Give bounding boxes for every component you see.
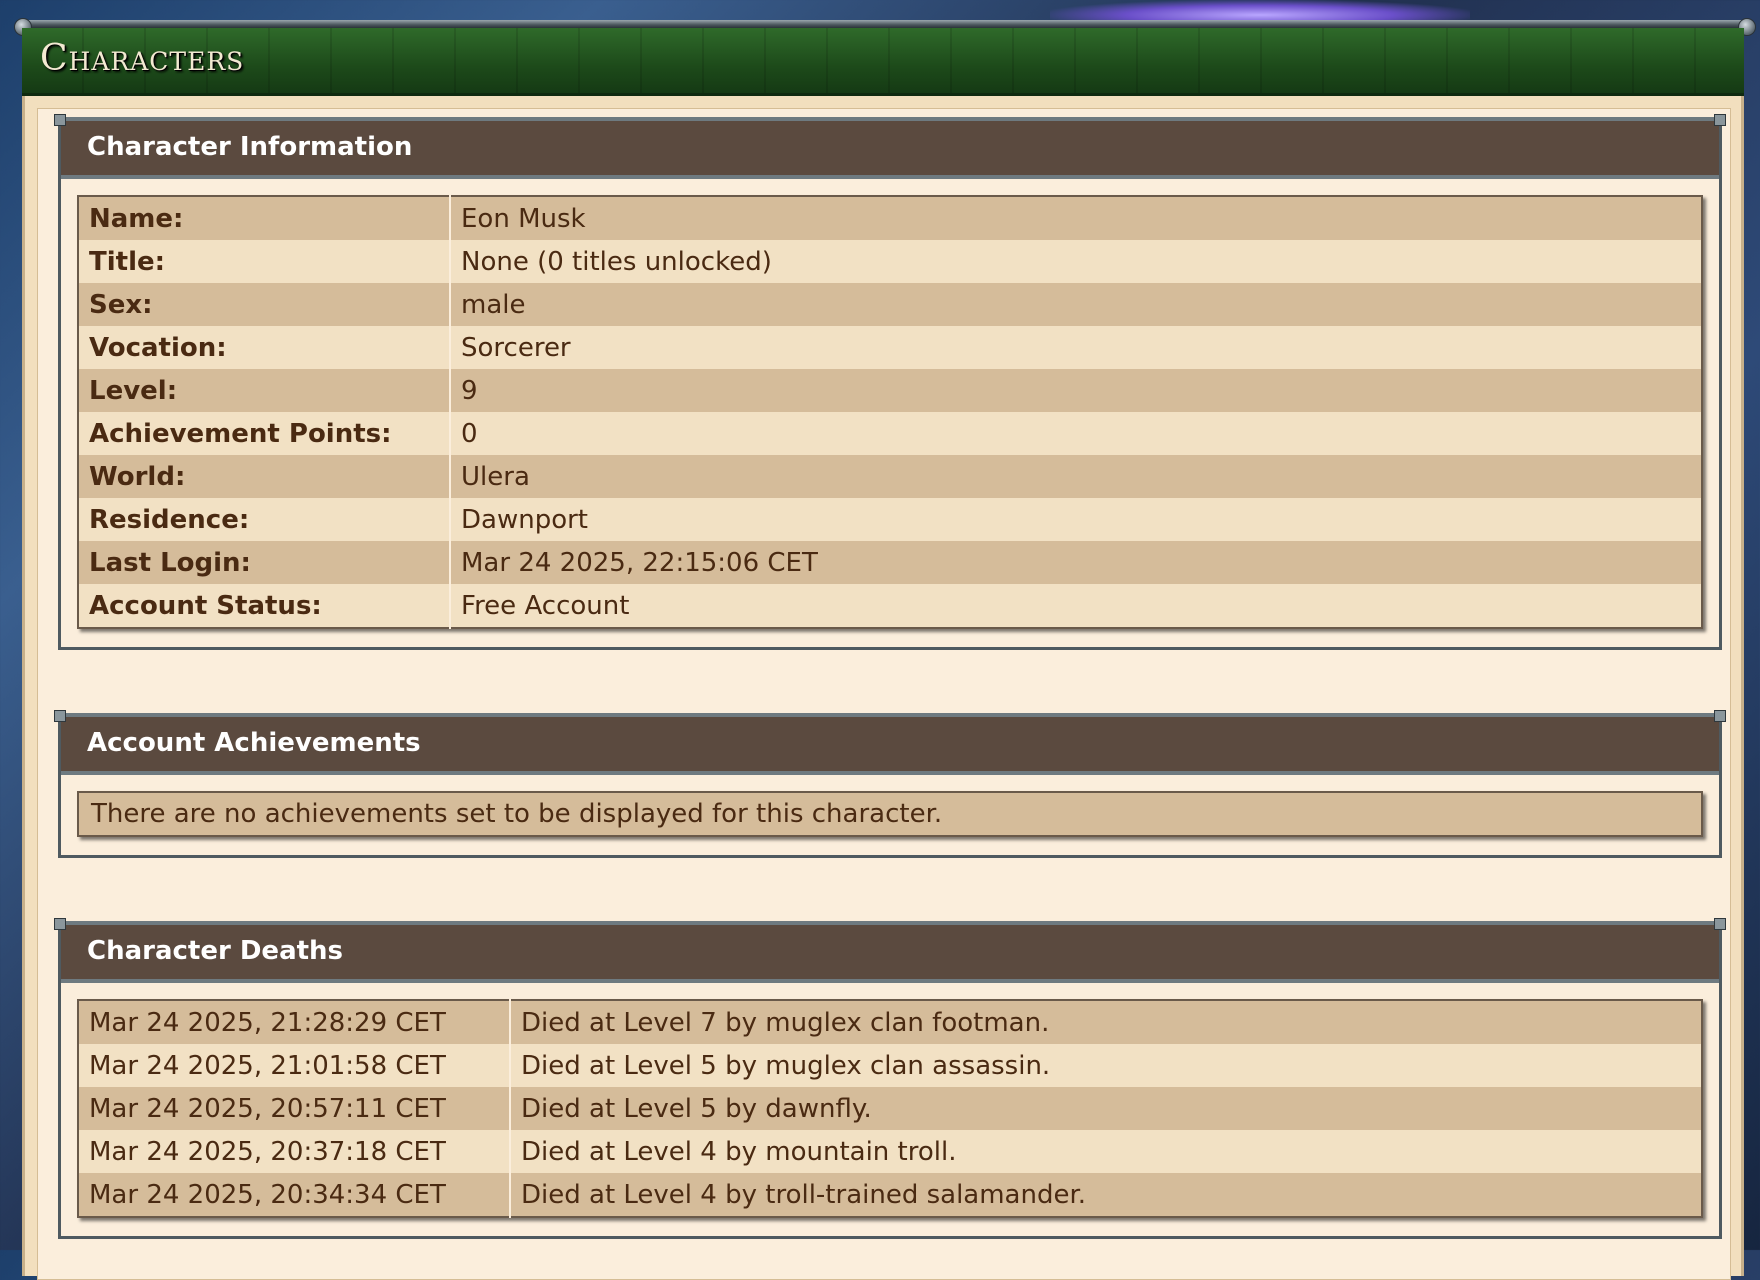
character-deaths-box: Character Deaths Mar 24 2025, 21:28:29 C…: [54, 918, 1726, 1239]
page-title: Characters: [40, 38, 245, 79]
death-date: Mar 24 2025, 20:57:11 CET: [78, 1087, 511, 1130]
character-deaths-heading: Character Deaths: [87, 936, 344, 966]
table-row: Sex: male: [78, 283, 1702, 326]
row-label: Vocation:: [78, 326, 451, 369]
character-information-table: Name: Eon Musk Title: None (0 titles unloc…: [77, 195, 1703, 629]
account-achievements-box: Account Achievements There are no achiev…: [54, 710, 1726, 858]
character-information-heading: Character Information: [87, 132, 413, 162]
death-description: Died at Level 4 by troll-trained salaman…: [510, 1173, 1702, 1217]
character-information-header: Character Information: [54, 114, 1726, 179]
row-label: Level:: [78, 369, 451, 412]
table-row: Mar 24 2025, 20:57:11 CET Died at Level 5…: [78, 1087, 1702, 1130]
death-date: Mar 24 2025, 21:01:58 CET: [78, 1044, 511, 1087]
character-deaths-table: Mar 24 2025, 21:28:29 CET Died at Level 7…: [77, 999, 1703, 1218]
row-value: Mar 24 2025, 22:15:06 CET: [450, 541, 1702, 584]
frame-top-bar: [18, 20, 1748, 28]
account-achievements-header: Account Achievements: [54, 710, 1726, 775]
death-description: Died at Level 5 by dawnfly.: [510, 1087, 1702, 1130]
table-row: Mar 24 2025, 21:28:29 CET Died at Level 7…: [78, 1000, 1702, 1044]
death-description: Died at Level 5 by muglex clan assassin.: [510, 1044, 1702, 1087]
row-label: Achievement Points:: [78, 412, 451, 455]
row-value: Sorcerer: [450, 326, 1702, 369]
character-deaths-header: Character Deaths: [54, 918, 1726, 983]
content-inner: Character Information Name: Eon Musk Titl…: [37, 108, 1731, 1280]
table-row: Residence: Dawnport: [78, 498, 1702, 541]
panel-titlebar: Characters: [22, 28, 1744, 96]
table-row: Level: 9: [78, 369, 1702, 412]
account-achievements-heading: Account Achievements: [87, 728, 421, 758]
row-label: Last Login:: [78, 541, 451, 584]
table-row: Last Login: Mar 24 2025, 22:15:06 CET: [78, 541, 1702, 584]
table-row: Title: None (0 titles unlocked): [78, 240, 1702, 283]
death-date: Mar 24 2025, 21:28:29 CET: [78, 1000, 511, 1044]
table-row: Mar 24 2025, 20:37:18 CET Died at Level 4…: [78, 1130, 1702, 1173]
row-label: Name:: [78, 196, 451, 240]
panel-content: Character Information Name: Eon Musk Titl…: [22, 96, 1744, 1280]
characters-panel: Characters Character Information Name: Eo…: [14, 18, 1756, 1280]
row-label: World:: [78, 455, 451, 498]
table-row: Vocation: Sorcerer: [78, 326, 1702, 369]
row-value: 0: [450, 412, 1702, 455]
table-row: Name: Eon Musk: [78, 196, 1702, 240]
row-value: Free Account: [450, 584, 1702, 628]
row-value: Ulera: [450, 455, 1702, 498]
row-label: Account Status:: [78, 584, 451, 628]
table-row: Achievement Points: 0: [78, 412, 1702, 455]
death-description: Died at Level 7 by muglex clan footman.: [510, 1000, 1702, 1044]
table-row: Account Status: Free Account: [78, 584, 1702, 628]
table-row: World: Ulera: [78, 455, 1702, 498]
character-information-box: Character Information Name: Eon Musk Titl…: [54, 114, 1726, 650]
death-description: Died at Level 4 by mountain troll.: [510, 1130, 1702, 1173]
death-date: Mar 24 2025, 20:37:18 CET: [78, 1130, 511, 1173]
table-row: Mar 24 2025, 21:01:58 CET Died at Level 5…: [78, 1044, 1702, 1087]
row-value: Eon Musk: [450, 196, 1702, 240]
no-achievements-message: There are no achievements set to be disp…: [77, 791, 1703, 837]
death-date: Mar 24 2025, 20:34:34 CET: [78, 1173, 511, 1217]
row-value: Dawnport: [450, 498, 1702, 541]
row-value: 9: [450, 369, 1702, 412]
row-value: male: [450, 283, 1702, 326]
table-row: Mar 24 2025, 20:34:34 CET Died at Level 4…: [78, 1173, 1702, 1217]
row-label: Residence:: [78, 498, 451, 541]
row-label: Sex:: [78, 283, 451, 326]
row-value: None (0 titles unlocked): [450, 240, 1702, 283]
row-label: Title:: [78, 240, 451, 283]
